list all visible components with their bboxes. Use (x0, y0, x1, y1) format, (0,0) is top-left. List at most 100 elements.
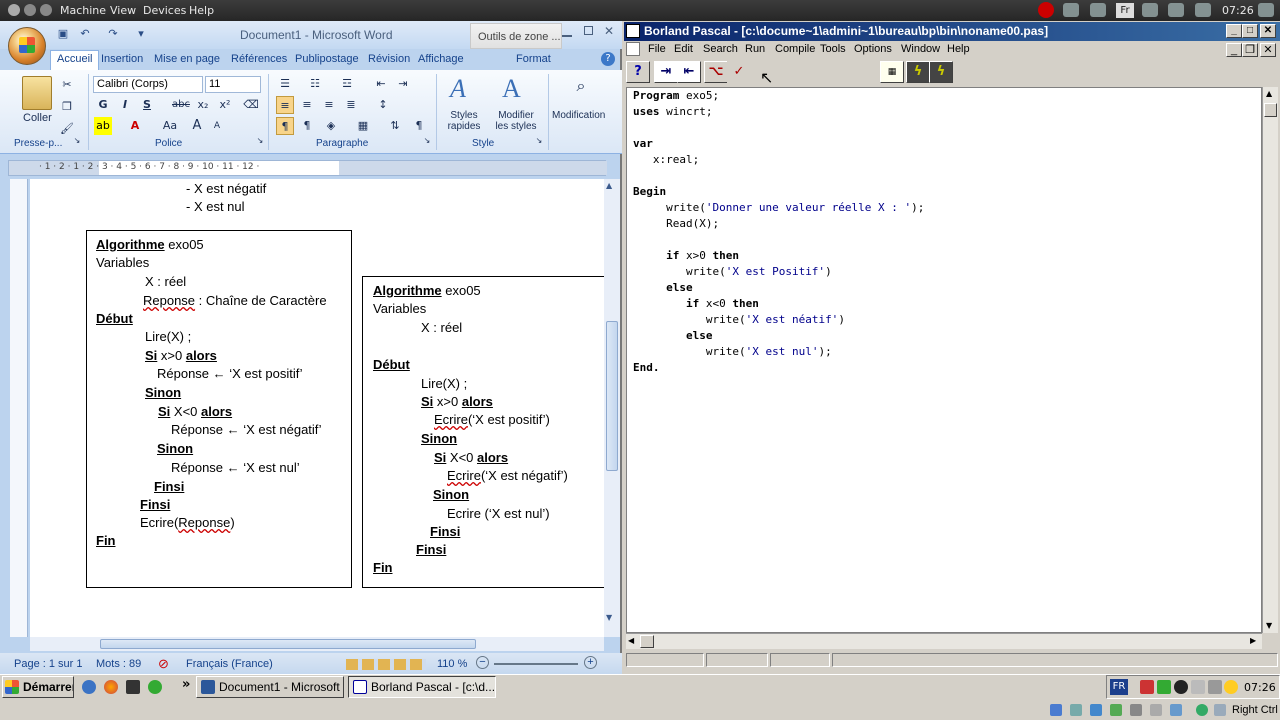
shrink-font-button[interactable]: A (208, 117, 226, 135)
shading-icon[interactable]: ◈ (322, 117, 340, 135)
green-app-icon[interactable] (148, 680, 162, 694)
menu-edit[interactable]: Edit (674, 43, 693, 55)
menu-help[interactable]: Help (947, 43, 970, 55)
word-minimize-icon[interactable] (562, 35, 572, 37)
taskbar-word-button[interactable]: Document1 - Microsoft ... (196, 676, 344, 698)
tools-icon[interactable] (1063, 3, 1079, 17)
paste-button[interactable]: Coller (23, 112, 52, 124)
menu-options[interactable]: Options (854, 43, 892, 55)
pascal-horizontal-scrollbar[interactable]: ◀ ▶ (626, 633, 1262, 649)
quick-access-customize-icon[interactable]: ▾ (134, 27, 148, 41)
tray-drive-icon[interactable] (1191, 680, 1205, 694)
ie-icon[interactable] (82, 680, 96, 694)
tab-affichage[interactable]: Affichage (418, 53, 464, 65)
code-editor[interactable]: Program exo5; uses wincrt; var x:real; B… (626, 87, 1262, 633)
bluetooth-icon[interactable] (1168, 3, 1184, 17)
scroll-down-icon[interactable]: ▼ (1266, 621, 1272, 630)
algorithm-box-left[interactable]: Algorithme exo05 Variables X : réel Repo… (86, 230, 352, 588)
terminal-icon[interactable] (126, 680, 140, 694)
tab-accueil[interactable]: Accueil (50, 50, 100, 70)
scroll-up-icon[interactable]: ▲ (1266, 89, 1272, 98)
scroll-left-icon[interactable]: ◀ (628, 636, 634, 645)
goto-cursor-icon[interactable]: ✓ (727, 61, 751, 83)
mail-icon[interactable] (1142, 3, 1158, 17)
word-vscroll-thumb[interactable] (606, 321, 618, 471)
status-words[interactable]: Mots : 89 (96, 658, 141, 670)
bullets-icon[interactable]: ☰ (276, 75, 294, 93)
scroll-down-icon[interactable]: ▼ (606, 613, 612, 622)
vm-floppy-icon[interactable] (1090, 704, 1102, 716)
wifi-icon[interactable] (1090, 3, 1106, 17)
align-left-icon[interactable]: ≡ (276, 96, 294, 114)
host-menu-help[interactable]: Help (189, 4, 214, 17)
power-icon[interactable] (1258, 3, 1274, 17)
taskbar-pascal-button[interactable]: Borland Pascal - [c:\d... (348, 676, 496, 698)
italic-button[interactable]: I (116, 96, 134, 114)
vm-mouse-icon[interactable] (1214, 704, 1226, 716)
host-maximize-icon[interactable] (40, 4, 52, 16)
tray-network-icon[interactable] (1157, 680, 1171, 694)
doc-window-icon[interactable] (626, 42, 640, 56)
change-styles-icon[interactable]: A (502, 74, 521, 104)
tab-format[interactable]: Format (516, 53, 551, 65)
undo-icon[interactable]: ↶ (78, 27, 92, 41)
quicklaunch-overflow[interactable]: » (182, 677, 190, 692)
tab-mise-en-page[interactable]: Mise en page (154, 53, 220, 65)
editing-button[interactable]: Modification (552, 110, 605, 121)
firefox-icon[interactable] (104, 680, 118, 694)
menu-file[interactable]: File (648, 43, 666, 55)
vm-network-icon[interactable] (1130, 704, 1142, 716)
increase-indent-icon[interactable]: ⇥ (394, 75, 412, 93)
algorithm-box-right[interactable]: Algorithme exo05 Variables X : réel Débu… (362, 276, 604, 588)
word-hscroll-thumb[interactable] (100, 639, 476, 649)
borders-icon[interactable]: ▦ (354, 117, 372, 135)
vm-display-icon[interactable] (1170, 704, 1182, 716)
pascal-app-icon[interactable] (626, 24, 640, 38)
vm-shared-folder-icon[interactable] (1150, 704, 1162, 716)
quick-styles-icon[interactable]: A (450, 74, 466, 104)
pascal-maximize-button[interactable]: □ (1242, 24, 1258, 38)
help-icon[interactable]: ? (601, 52, 615, 66)
menu-tools[interactable]: Tools (820, 43, 846, 55)
numbering-icon[interactable]: ☷ (306, 75, 324, 93)
doc-restore-button[interactable]: ❐ (1242, 43, 1258, 57)
record-icon[interactable] (1038, 2, 1054, 18)
word-horizontal-scrollbar[interactable] (30, 637, 604, 651)
pascal-close-button[interactable]: ✕ (1260, 24, 1276, 38)
redo-icon[interactable]: ↷ (106, 27, 120, 41)
menu-search[interactable]: Search (703, 43, 738, 55)
tab-publipostage[interactable]: Publipostage (295, 53, 359, 65)
binoculars-icon[interactable]: ⌕ (568, 76, 594, 98)
step-over-icon[interactable]: ⇥ (654, 61, 678, 83)
clipboard-dialog-icon[interactable]: ↘ (72, 136, 82, 146)
build-icon[interactable]: ϟ (929, 61, 953, 83)
scroll-up-icon[interactable]: ▲ (606, 181, 612, 190)
make-icon[interactable]: ϟ (906, 61, 930, 83)
decrease-indent-icon[interactable]: ⇤ (372, 75, 390, 93)
justify-icon[interactable]: ≣ (342, 96, 360, 114)
align-center-icon[interactable]: ≡ (298, 96, 316, 114)
host-menu-machine[interactable]: Machine (60, 4, 106, 17)
strikethrough-button[interactable]: abc (170, 96, 192, 114)
ltr-icon[interactable]: ¶ (276, 117, 294, 135)
menu-run[interactable]: Run (745, 43, 765, 55)
font-size-combo[interactable]: 11 (205, 76, 261, 93)
subscript-button[interactable]: x₂ (194, 96, 212, 114)
font-name-combo[interactable]: Calibri (Corps) (93, 76, 203, 93)
tray-shield-icon[interactable] (1140, 680, 1154, 694)
show-marks-button[interactable]: ¶ (410, 117, 428, 135)
copy-icon[interactable]: ❐ (58, 98, 76, 116)
word-close-icon[interactable]: ✕ (604, 24, 614, 38)
doc-close-button[interactable]: ✕ (1260, 43, 1276, 57)
vm-usb-icon[interactable] (1110, 704, 1122, 716)
host-menu-view[interactable]: View (110, 4, 136, 17)
cut-icon[interactable]: ✂ (58, 76, 76, 94)
vm-hdd-icon[interactable] (1050, 704, 1062, 716)
vm-capture-icon[interactable] (1196, 704, 1208, 716)
change-case-button[interactable]: Aa (158, 117, 182, 135)
underline-button[interactable]: S (138, 96, 156, 114)
line-spacing-icon[interactable]: ↕ (374, 96, 392, 114)
document-page[interactable]: - X est négatif - X est nul Algorithme e… (30, 179, 604, 637)
tab-references[interactable]: Références (231, 53, 287, 65)
status-language[interactable]: Français (France) (186, 658, 273, 670)
